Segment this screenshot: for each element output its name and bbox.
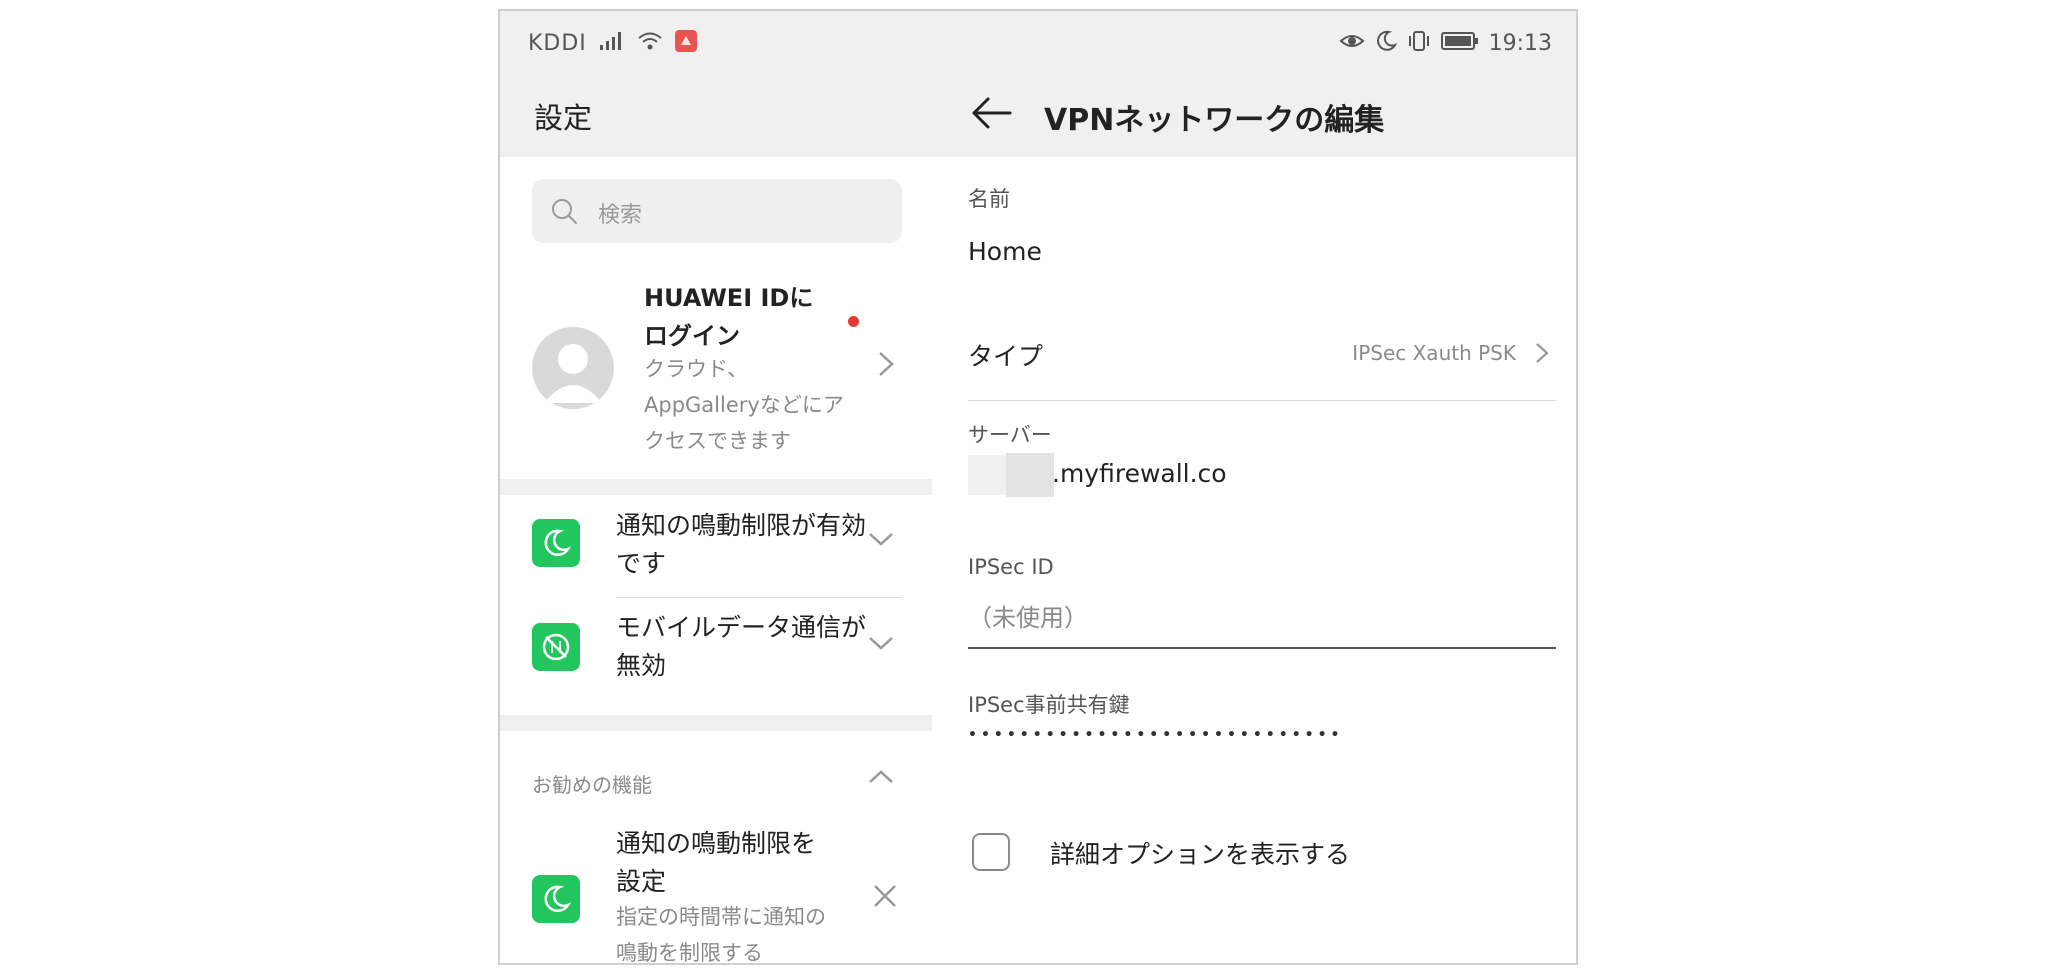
close-icon[interactable]: [872, 883, 898, 913]
type-label: タイプ: [968, 342, 1044, 371]
status-bar-left: KDDI: [528, 23, 697, 63]
psk-label: IPSec事前共有鍵: [968, 693, 1130, 717]
redacted-block: [968, 455, 1006, 495]
account-title[interactable]: HUAWEI IDにログイン: [644, 279, 824, 355]
chevron-up-icon[interactable]: [866, 767, 896, 791]
ipsec-id-label: IPSec ID: [968, 555, 1054, 579]
battery-icon: [1440, 31, 1479, 55]
chevron-right-icon: [1534, 341, 1550, 369]
mobile-data-off-icon: [532, 623, 580, 671]
name-field[interactable]: Home: [968, 237, 1042, 266]
back-button[interactable]: [968, 91, 1016, 135]
row-divider: [968, 400, 1556, 401]
vpn-edit-pane: 名前 Home タイプ IPSec Xauth PSK サーバー .myfire…: [932, 157, 1576, 963]
section-separator: [500, 715, 932, 731]
vibrate-icon: [1407, 30, 1431, 56]
psk-field[interactable]: •••••••••••••••••••••••••••••: [968, 727, 1556, 743]
notification-dot: [848, 316, 859, 327]
recommended-header: お勧めの機能: [532, 773, 652, 797]
ipsec-id-input[interactable]: [968, 595, 1556, 649]
server-field[interactable]: .myfirewall.co: [1052, 459, 1227, 488]
avatar[interactable]: [532, 327, 614, 409]
chevron-down-icon[interactable]: [866, 633, 896, 657]
clock: 19:13: [1488, 30, 1552, 56]
moon-icon: [532, 875, 580, 923]
back-arrow-icon: [972, 97, 1012, 129]
name-label: 名前: [968, 187, 1010, 211]
search-placeholder: 検索: [598, 203, 643, 228]
chevron-down-icon[interactable]: [866, 529, 896, 553]
settings-pane: 検索 HUAWEI IDにログイン クラウド、AppGalleryなどにアクセス…: [500, 157, 932, 965]
device-frame: KDDI 19:13 設定 VPNネットワークの編集 検索 HUAWEI IDに…: [498, 9, 1578, 965]
server-label: サーバー: [968, 423, 1052, 447]
item-divider: [616, 597, 902, 598]
huawei-icon: [674, 30, 697, 56]
type-selector[interactable]: タイプ IPSec Xauth PSK: [968, 327, 1556, 377]
user-icon: [544, 344, 602, 403]
vpn-edit-title: VPNネットワークの編集: [1044, 103, 1385, 138]
status-bar-right: 19:13: [1339, 23, 1552, 63]
dnd-status-label: 通知の鳴動制限が有効です: [616, 511, 867, 578]
section-separator: [500, 479, 932, 495]
recommended-item-subtitle: 指定の時間帯に通知の鳴動を制限する: [616, 905, 826, 965]
redacted-block: [1006, 453, 1054, 497]
carrier-label: KDDI: [528, 30, 587, 56]
search-input[interactable]: 検索: [532, 179, 902, 243]
advanced-options-checkbox[interactable]: [972, 833, 1010, 871]
search-icon: [550, 197, 578, 229]
wifi-icon: [637, 31, 663, 55]
moon-icon: [532, 519, 580, 567]
mobile-data-status-label: モバイルデータ通信が無効: [616, 613, 867, 680]
moon-icon: [1375, 30, 1397, 56]
settings-title: 設定: [534, 101, 593, 135]
eye-comfort-icon: [1339, 31, 1365, 55]
signal-icon: [599, 31, 625, 55]
recommended-item-title: 通知の鳴動制限を設定: [616, 829, 817, 896]
chevron-right-icon[interactable]: [876, 349, 896, 383]
advanced-options-label[interactable]: 詳細オプションを表示する: [1050, 835, 1350, 871]
account-subtitle: クラウド、AppGalleryなどにアクセスできます: [644, 357, 844, 453]
type-value: IPSec Xauth PSK: [1352, 341, 1516, 365]
